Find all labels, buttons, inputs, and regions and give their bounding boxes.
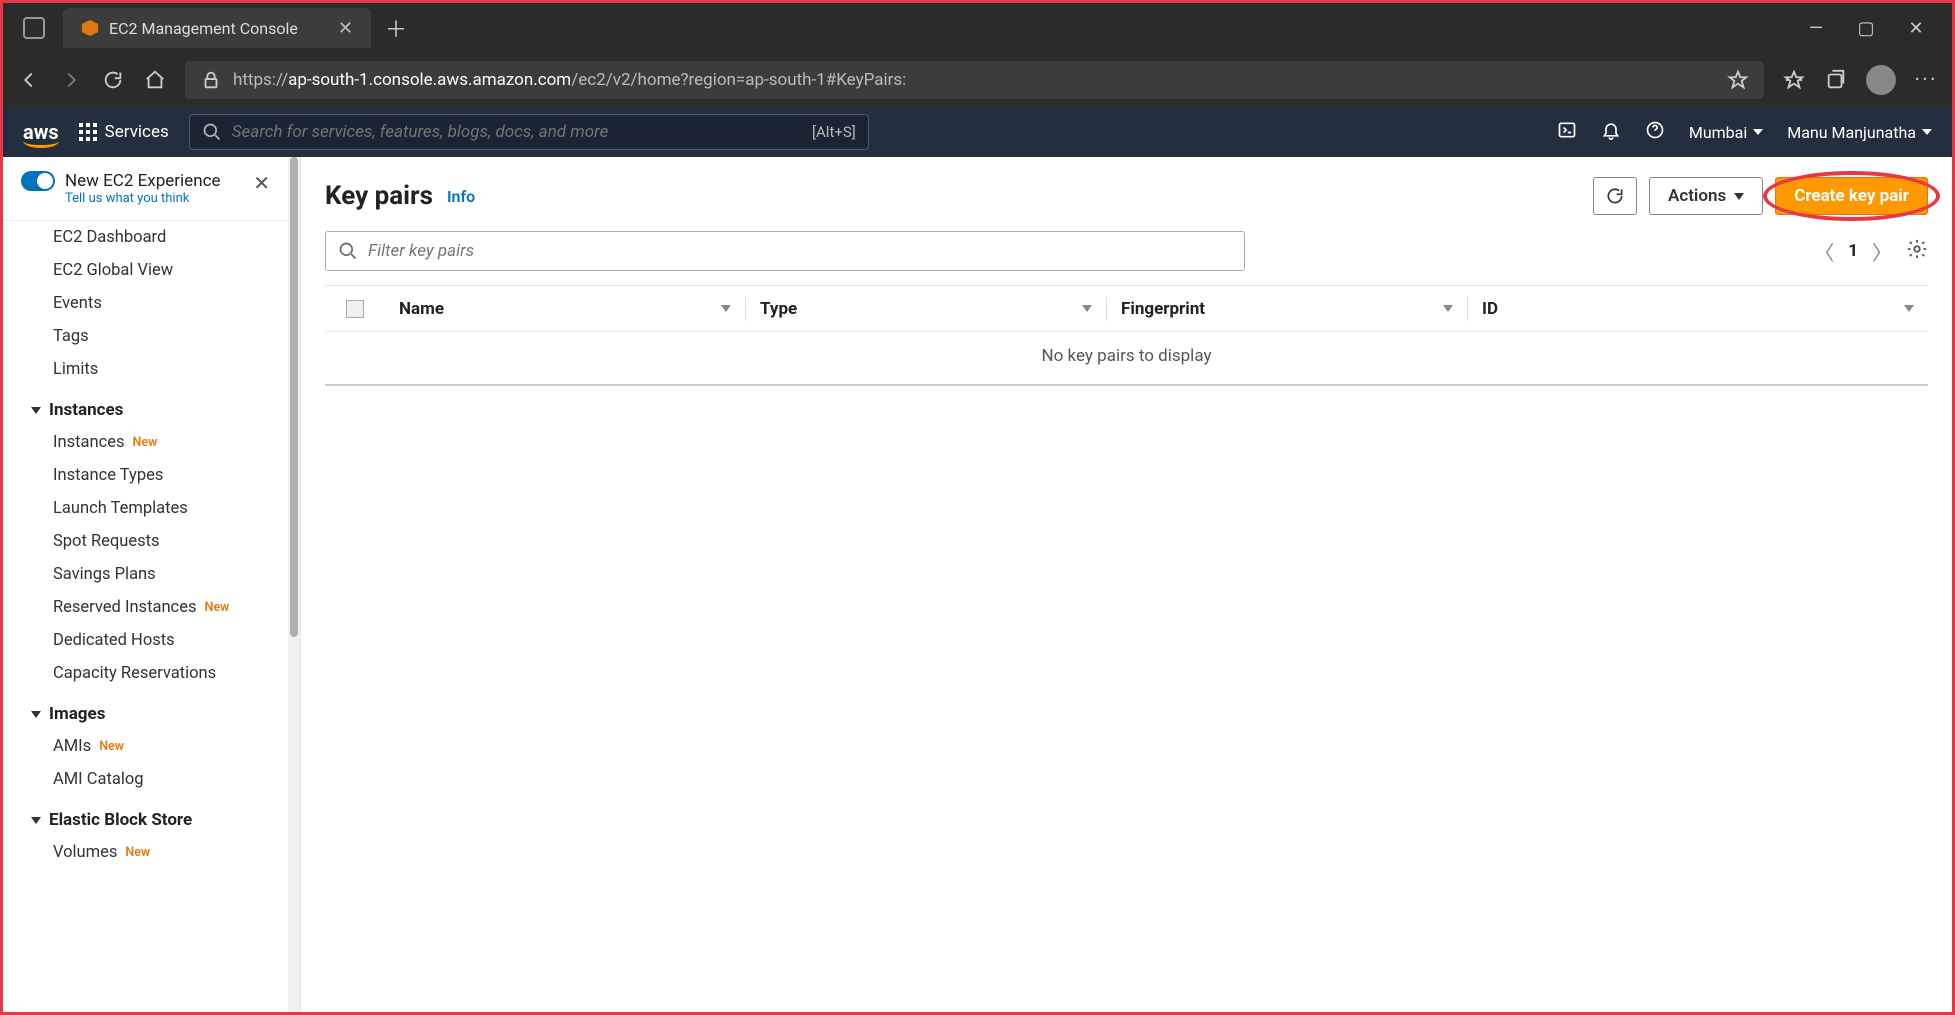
sidebar-item[interactable]: AMIsNew	[3, 730, 288, 763]
url-bar[interactable]: https://ap-south-1.console.aws.amazon.co…	[185, 61, 1764, 99]
gear-icon	[1906, 238, 1928, 260]
favorite-icon[interactable]	[1726, 68, 1750, 92]
new-experience-title: New EC2 Experience	[65, 171, 243, 191]
column-type[interactable]: Type	[746, 299, 1106, 319]
forward-icon[interactable]	[59, 68, 83, 92]
select-all-checkbox[interactable]	[346, 300, 364, 318]
sidebar-section[interactable]: Elastic Block Store	[3, 796, 288, 836]
column-fingerprint[interactable]: Fingerprint	[1107, 299, 1467, 319]
sort-icon	[721, 305, 731, 312]
refresh-icon	[1605, 186, 1625, 206]
menu-icon[interactable]: ···	[1914, 68, 1938, 92]
sidebar-item[interactable]: EC2 Global View	[3, 254, 288, 287]
aws-search[interactable]: [Alt+S]	[189, 114, 869, 150]
lock-icon	[199, 68, 223, 92]
help-icon[interactable]	[1645, 120, 1665, 144]
table-header: Name Type Fingerprint ID	[325, 286, 1928, 332]
services-label: Services	[105, 122, 169, 142]
tab-title: EC2 Management Console	[109, 19, 298, 38]
maximize-icon[interactable]: ▢	[1856, 18, 1876, 39]
sidebar-scrollbar[interactable]	[288, 157, 300, 1012]
search-icon	[338, 241, 358, 261]
cloudshell-icon[interactable]	[1557, 120, 1577, 144]
collections-icon[interactable]	[1824, 68, 1848, 92]
column-name[interactable]: Name	[385, 299, 745, 319]
content-area: Key pairs Info Actions Create key pair	[301, 157, 1952, 1012]
tab-group-icon[interactable]	[23, 17, 45, 39]
create-key-pair-button[interactable]: Create key pair	[1775, 177, 1928, 215]
notifications-icon[interactable]	[1601, 120, 1621, 144]
next-page-icon[interactable]: 〉	[1872, 237, 1892, 266]
user-menu[interactable]: Manu Manjunatha	[1787, 123, 1932, 142]
page-title: Key pairs	[325, 181, 433, 211]
sidebar-section[interactable]: Instances	[3, 386, 288, 426]
sort-icon	[1082, 305, 1092, 312]
browser-nav-bar: https://ap-south-1.console.aws.amazon.co…	[3, 53, 1952, 107]
sidebar-item[interactable]: AMI Catalog	[3, 763, 288, 796]
empty-state: No key pairs to display	[325, 332, 1928, 386]
page-number: 1	[1848, 241, 1858, 261]
actions-button[interactable]: Actions	[1649, 177, 1763, 215]
sort-icon	[1443, 305, 1453, 312]
aws-search-input[interactable]	[232, 122, 802, 142]
grid-icon	[79, 123, 97, 141]
sidebar-item[interactable]: Limits	[3, 353, 288, 386]
sidebar-section[interactable]: Images	[3, 690, 288, 730]
filter-input[interactable]	[368, 241, 1232, 261]
prev-page-icon[interactable]: 〈	[1814, 237, 1834, 266]
new-experience-banner: New EC2 Experience Tell us what you thin…	[3, 157, 288, 221]
minimize-icon[interactable]: —	[1806, 18, 1826, 39]
sidebar-item[interactable]: Savings Plans	[3, 558, 288, 591]
caret-down-icon	[1753, 129, 1763, 135]
close-banner-icon[interactable]: ✕	[253, 171, 270, 195]
new-experience-toggle[interactable]	[21, 171, 55, 191]
browser-title-bar: EC2 Management Console ✕ ＋ — ▢ ✕	[3, 3, 1952, 53]
caret-down-icon	[1922, 129, 1932, 135]
back-icon[interactable]	[17, 68, 41, 92]
browser-tab[interactable]: EC2 Management Console ✕	[63, 8, 371, 48]
sidebar-item[interactable]: Capacity Reservations	[3, 657, 288, 690]
sidebar-item[interactable]: VolumesNew	[3, 836, 288, 869]
home-icon[interactable]	[143, 68, 167, 92]
info-link[interactable]: Info	[447, 187, 475, 206]
refresh-button[interactable]	[1593, 177, 1637, 215]
aws-header: aws Services [Alt+S] Mumbai Manu Manjuna…	[3, 107, 1952, 157]
sidebar-item[interactable]: Reserved InstancesNew	[3, 591, 288, 624]
sidebar-item[interactable]: InstancesNew	[3, 426, 288, 459]
sidebar-item[interactable]: Spot Requests	[3, 525, 288, 558]
settings-button[interactable]	[1906, 238, 1928, 264]
close-window-icon[interactable]: ✕	[1906, 18, 1926, 39]
region-selector[interactable]: Mumbai	[1689, 123, 1763, 142]
sort-icon	[1904, 305, 1914, 312]
search-kbd: [Alt+S]	[812, 123, 856, 141]
tab-close-icon[interactable]: ✕	[338, 18, 353, 39]
sidebar-item[interactable]: Events	[3, 287, 288, 320]
window-controls: — ▢ ✕	[1806, 18, 1944, 39]
sidebar: New EC2 Experience Tell us what you thin…	[3, 157, 288, 1012]
caret-down-icon	[1734, 193, 1744, 200]
column-id[interactable]: ID	[1468, 299, 1928, 319]
sidebar-item[interactable]: Launch Templates	[3, 492, 288, 525]
new-tab-icon[interactable]: ＋	[385, 12, 407, 44]
sidebar-item[interactable]: EC2 Dashboard	[3, 221, 288, 254]
favorites-bar-icon[interactable]	[1782, 68, 1806, 92]
sidebar-item[interactable]: Instance Types	[3, 459, 288, 492]
sidebar-item[interactable]: Dedicated Hosts	[3, 624, 288, 657]
refresh-icon[interactable]	[101, 68, 125, 92]
search-icon	[202, 122, 222, 142]
sidebar-item[interactable]: Tags	[3, 320, 288, 353]
aws-logo[interactable]: aws	[23, 120, 59, 144]
services-menu[interactable]: Services	[79, 122, 169, 142]
aws-favicon	[81, 19, 99, 37]
profile-avatar[interactable]	[1866, 65, 1896, 95]
filter-input-wrapper[interactable]	[325, 231, 1245, 271]
new-experience-feedback-link[interactable]: Tell us what you think	[65, 191, 243, 206]
url-text: https://ap-south-1.console.aws.amazon.co…	[233, 70, 906, 90]
key-pairs-table: Name Type Fingerprint ID No key pairs to…	[325, 285, 1928, 386]
